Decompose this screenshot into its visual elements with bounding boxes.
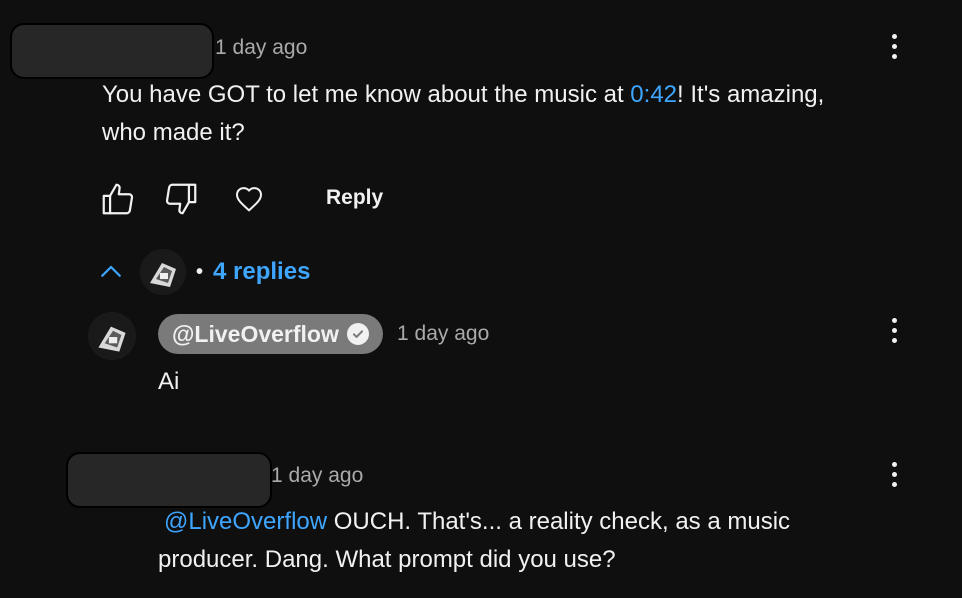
like-button[interactable] xyxy=(98,179,138,219)
reply-text-line2: producer. Dang. What prompt did you use? xyxy=(158,546,616,573)
reply-timestamp: 1 day ago xyxy=(397,322,490,345)
creator-avatar-image xyxy=(140,249,186,295)
replies-count-label: 4 replies xyxy=(213,258,311,285)
replies-toggle[interactable]: • 4 replies xyxy=(96,246,310,298)
heart-button[interactable] xyxy=(229,179,269,219)
thumbs-down-icon xyxy=(165,183,197,215)
reply-menu-icon[interactable] xyxy=(882,454,906,494)
dislike-button[interactable] xyxy=(161,179,201,219)
creator-author-chip[interactable]: @LiveOverflow xyxy=(158,314,383,354)
reply-text: Ai xyxy=(158,368,180,395)
reply-author-name: @LiveOverflow xyxy=(172,320,339,347)
reply-text: @LiveOverflow OUCH. That's... a reality … xyxy=(158,503,938,579)
reply-menu-icon[interactable] xyxy=(882,310,906,350)
comment-text-before: You have GOT to let me know about the mu… xyxy=(102,81,631,108)
reply-text-line1: OUCH. That's... a reality check, as a mu… xyxy=(327,508,791,535)
replies-bullet: • xyxy=(196,260,204,283)
reply-author-avatar-image xyxy=(88,312,136,360)
comment-text: You have GOT to let me know about the mu… xyxy=(102,76,952,152)
comment-timestamp: 1 day ago xyxy=(215,36,308,59)
chevron-up-icon xyxy=(101,265,121,277)
verified-check-icon xyxy=(346,323,369,345)
reply-author-avatar[interactable] xyxy=(88,312,136,360)
video-timestamp-link[interactable]: 0:42 xyxy=(630,81,677,108)
heart-icon xyxy=(236,187,262,212)
reply-button[interactable]: Reply xyxy=(326,186,383,210)
redacted-username xyxy=(66,452,272,508)
thumbs-up-icon xyxy=(102,183,134,215)
comment-menu-icon[interactable] xyxy=(882,26,906,66)
mention-link[interactable]: @LiveOverflow xyxy=(164,508,327,535)
comment-text-line2: who made it? xyxy=(102,119,245,146)
redacted-username xyxy=(10,23,214,79)
comment-text-after: ! It's amazing, xyxy=(677,81,825,108)
reply-timestamp: 1 day ago xyxy=(271,464,364,487)
creator-avatar xyxy=(140,249,186,295)
